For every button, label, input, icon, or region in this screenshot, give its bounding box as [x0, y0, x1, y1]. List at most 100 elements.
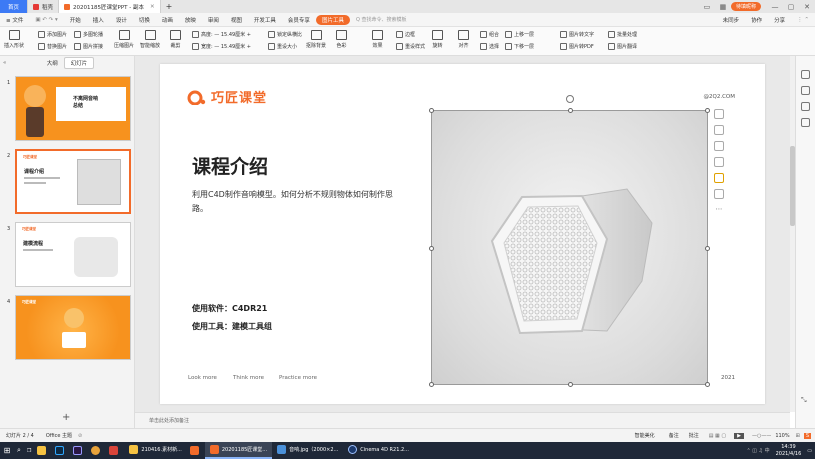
menu-animation[interactable]: 动画 [156, 16, 179, 24]
slide-thumbnail-1[interactable]: 不离网音响 总结 [15, 76, 131, 141]
taskbar-app-c4d[interactable]: Cinema 4D R21.2... [343, 442, 414, 459]
menu-design[interactable]: 设计 [110, 16, 133, 24]
grid-icon[interactable]: ▦ [715, 3, 731, 11]
zoom-slider[interactable]: —○—— [752, 433, 771, 439]
image-to-text-button[interactable]: 图片转文字 [560, 31, 594, 38]
file-explorer-icon[interactable] [34, 442, 52, 459]
tray-icons[interactable]: ⌃ ◫ ♫ 中 [743, 442, 772, 459]
insert-shape-button[interactable]: 插入形状 [4, 30, 24, 49]
slide-thumbnail-3[interactable]: 巧匠课堂 建模流程 [15, 222, 131, 287]
image-stitch-button[interactable]: 图片拼接 [74, 43, 103, 50]
tab-slides[interactable]: 幻灯片 [63, 57, 95, 69]
send-backward-button[interactable]: 下移一层 [505, 43, 534, 50]
add-image-button[interactable]: 添加图片 [38, 31, 67, 38]
spell-check-icon[interactable]: ⊘ [78, 433, 82, 439]
sync-status[interactable]: 未同步 [717, 16, 746, 24]
close-tab-icon[interactable]: ✕ [150, 4, 155, 10]
image-to-pdf-button[interactable]: 图片转PDF [560, 43, 594, 50]
zoom-level[interactable]: 110% [775, 433, 789, 439]
resize-handle-se[interactable] [705, 382, 710, 387]
lock-ratio-checkbox[interactable]: 锁定纵横比 [268, 31, 302, 38]
resize-handle-ne[interactable] [705, 108, 710, 113]
search-icon[interactable]: ⌕ [14, 442, 24, 459]
start-icon[interactable]: ⊞ [0, 442, 14, 459]
resize-handle-s[interactable] [568, 382, 573, 387]
notes-toggle[interactable]: 备注 [669, 432, 679, 439]
border-button[interactable]: 边框 [396, 31, 415, 38]
close-button[interactable]: ✕ [799, 3, 815, 11]
slide-thumbnail-2[interactable]: 巧匠课堂 课程介绍 [15, 149, 131, 214]
current-slide[interactable]: 巧匠课堂 @2Q2.COM 课程介绍 利用C4D制作音响模型。如何分析不规则物体… [160, 64, 765, 404]
more-icon[interactable]: ⋮ ⌃ [791, 17, 815, 23]
premiere-icon[interactable] [70, 442, 88, 459]
compress-button[interactable]: 压缩图片 [114, 30, 134, 49]
chrome-icon[interactable] [88, 442, 106, 459]
reset-size-button[interactable]: 重设大小 [268, 43, 297, 50]
menu-start[interactable]: 开始 [64, 16, 87, 24]
tab-daoke[interactable]: 稻壳 [28, 0, 60, 13]
app-icon-red[interactable] [106, 442, 124, 459]
maximize-button[interactable]: ▢ [783, 3, 799, 11]
minus-icon[interactable] [714, 109, 724, 119]
menu-member[interactable]: 会员专享 [282, 16, 316, 24]
slide-thumbnail-4[interactable]: 巧匠课堂 [15, 295, 131, 360]
menu-transition[interactable]: 切换 [133, 16, 156, 24]
zoom-icon[interactable] [714, 141, 724, 151]
rotate-handle-icon[interactable] [566, 95, 574, 103]
add-tab-button[interactable]: + [161, 0, 178, 13]
menu-devtools[interactable]: 开发工具 [248, 16, 282, 24]
rotate-button[interactable]: 旋转 [432, 30, 443, 49]
expand-icon[interactable]: ⤡ [801, 396, 810, 405]
add-slide-button[interactable]: + [62, 412, 70, 423]
menu-insert[interactable]: 插入 [87, 16, 110, 24]
resize-handle-n[interactable] [568, 108, 573, 113]
crop-button[interactable]: 裁剪 [170, 30, 181, 49]
resize-handle-e[interactable] [705, 246, 710, 251]
crop-tool-icon[interactable] [714, 157, 724, 167]
play-icon[interactable]: ▶ [734, 432, 744, 439]
command-search[interactable]: Q 查找命令、搜索模板 [356, 16, 436, 24]
monitor-icon[interactable]: ▭ [699, 3, 715, 11]
minimize-button[interactable]: — [767, 3, 783, 11]
taskbar-app-wps[interactable]: 20201185匠课堂... [204, 442, 273, 459]
lightbulb-icon[interactable] [714, 173, 724, 183]
notification-icon[interactable]: ▭ [804, 442, 815, 459]
layers-icon[interactable] [714, 125, 724, 135]
effect-button[interactable]: 效果 [372, 30, 383, 49]
quick-access-icons[interactable]: ▣ ↶ ↷ ▾ [29, 17, 63, 23]
smart-zoom-button[interactable]: 智能缩放 [140, 30, 160, 49]
speaker-image[interactable] [429, 95, 710, 387]
more-options-icon[interactable]: ⋯ [714, 205, 724, 215]
bulb-icon[interactable] [801, 118, 810, 127]
translate-button[interactable]: 图片翻译 [608, 43, 637, 50]
width-stepper[interactable]: 宽度: — 15.49厘米 + [192, 43, 251, 50]
menu-slideshow[interactable]: 放映 [179, 16, 202, 24]
collab-button[interactable]: 协作 [745, 16, 768, 24]
clock[interactable]: 14:39 2021/4/16 [773, 442, 805, 459]
shape-tool-icon[interactable] [801, 102, 810, 111]
comment-toggle[interactable]: 批注 [689, 432, 699, 439]
properties-icon[interactable] [801, 70, 810, 79]
group-button[interactable]: 组合 [480, 31, 499, 38]
height-stepper[interactable]: 高度: — 15.49厘米 + [192, 31, 251, 38]
tools-line[interactable]: 使用工具：建模工具组 [192, 321, 272, 332]
photoshop-icon[interactable] [52, 442, 70, 459]
slide-title[interactable]: 课程介绍 [192, 152, 268, 179]
pin-icon[interactable] [801, 86, 810, 95]
resize-handle-nw[interactable] [429, 108, 434, 113]
tab-outline[interactable]: 大纲 [41, 58, 64, 68]
beautify-button[interactable]: 智能美化 [635, 432, 655, 439]
bring-forward-button[interactable]: 上移一层 [505, 31, 534, 38]
menu-view[interactable]: 视图 [225, 16, 248, 24]
fit-icon[interactable]: ⊞ [796, 433, 800, 439]
menu-review[interactable]: 审阅 [202, 16, 225, 24]
copy-icon[interactable] [714, 189, 724, 199]
account-badge[interactable]: 待填昵称 [730, 2, 761, 11]
remove-bg-button[interactable]: 抠除背景 [306, 30, 326, 49]
multi-image-button[interactable]: 多图轮播 [74, 31, 103, 38]
collapse-panel-icon[interactable]: « [3, 60, 6, 66]
reset-style-button[interactable]: 重设样式 [396, 43, 425, 50]
slide-description[interactable]: 利用C4D制作音响模型。如何分析不规则物体如何制作思路。 [192, 188, 407, 216]
replace-image-button[interactable]: 替换图片 [38, 43, 67, 50]
taskview-icon[interactable]: ❐ [24, 442, 34, 459]
